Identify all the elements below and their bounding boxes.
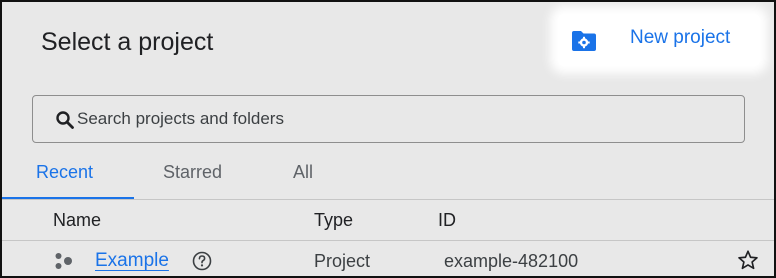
project-id: example-482100 <box>444 251 579 271</box>
tab-recent[interactable]: Recent <box>36 162 93 183</box>
folder-settings-icon <box>572 31 596 51</box>
column-header-name: Name <box>53 210 102 230</box>
new-project-label: New project <box>630 27 731 48</box>
dialog-title: Select a project <box>41 28 214 56</box>
search-input[interactable] <box>77 96 717 141</box>
select-project-dialog: Select a project New project Recent Star… <box>0 0 776 278</box>
project-icon <box>55 253 72 269</box>
column-header-id: ID <box>438 210 456 230</box>
tab-bar: Recent Starred All <box>2 152 774 200</box>
column-header-type: Type <box>314 210 354 230</box>
tab-all[interactable]: All <box>293 162 313 183</box>
project-name-link[interactable]: Example <box>95 250 169 272</box>
tab-starred[interactable]: Starred <box>163 162 222 183</box>
new-project-button[interactable]: New project <box>558 14 760 66</box>
table-row[interactable]: Example Project example-482100 <box>2 241 774 276</box>
project-type: Project <box>314 251 371 271</box>
tabs-divider <box>2 199 774 200</box>
search-box[interactable] <box>32 95 745 143</box>
search-icon <box>56 111 74 129</box>
star-outline-icon[interactable] <box>737 249 759 271</box>
help-circle-icon[interactable] <box>192 251 212 271</box>
